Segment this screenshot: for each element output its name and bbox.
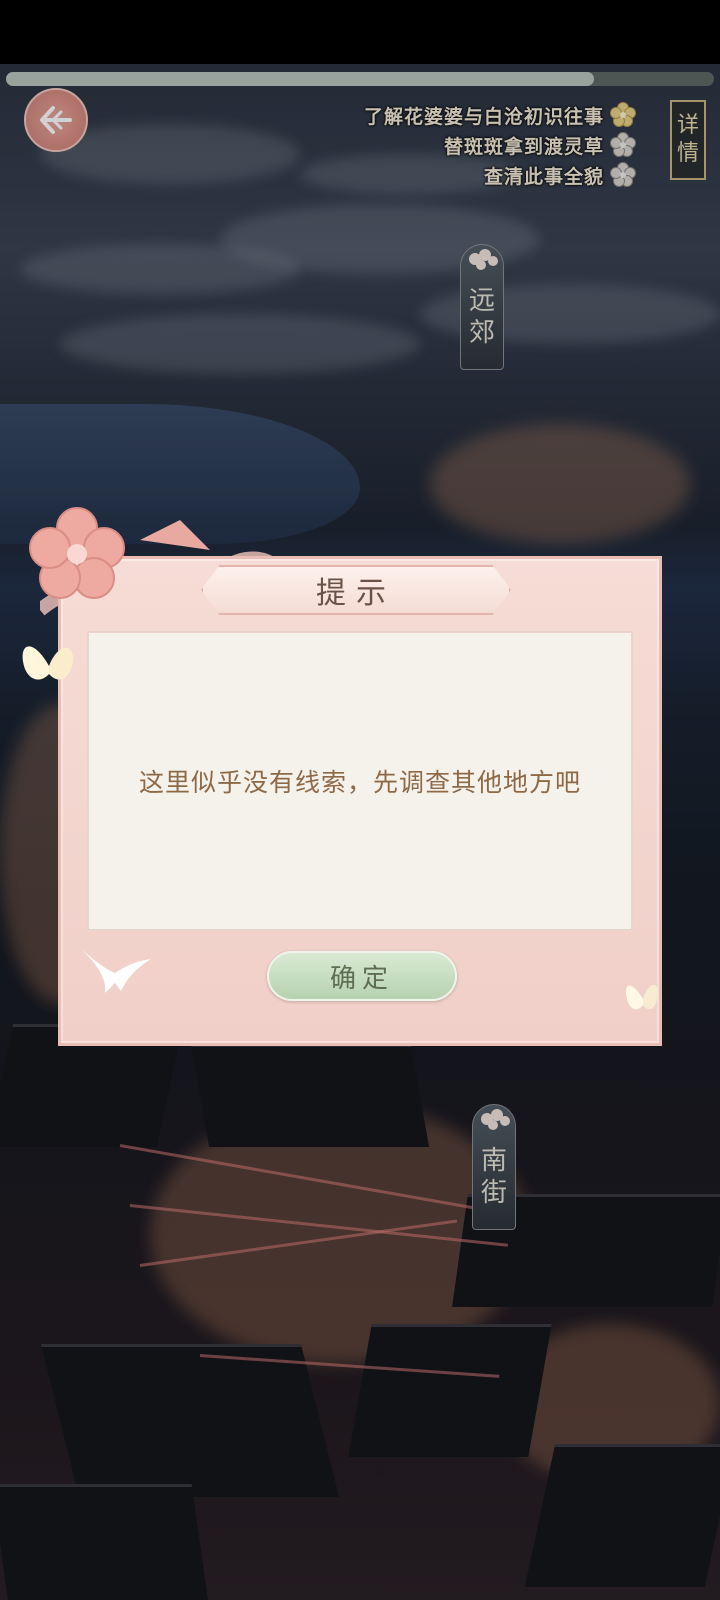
confirm-label: 确定 — [329, 963, 394, 994]
dialog-title: 提示 — [316, 576, 396, 611]
dialog-body: 这里似乎没有线索，先调查其他地方吧 — [87, 631, 633, 931]
confirm-button[interactable]: 确定 — [267, 951, 457, 1001]
swallow-icon — [79, 947, 151, 993]
plum-blossom-icon — [29, 507, 125, 599]
butterfly-icon — [22, 646, 74, 680]
butterfly-icon — [625, 984, 658, 1010]
hint-dialog: 提示 这里似乎没有线索，先调查其他地方吧 确定 — [58, 556, 662, 1046]
dialog-message: 这里似乎没有线索，先调查其他地方吧 — [138, 768, 581, 797]
dialog-header: 提示 — [201, 565, 511, 615]
